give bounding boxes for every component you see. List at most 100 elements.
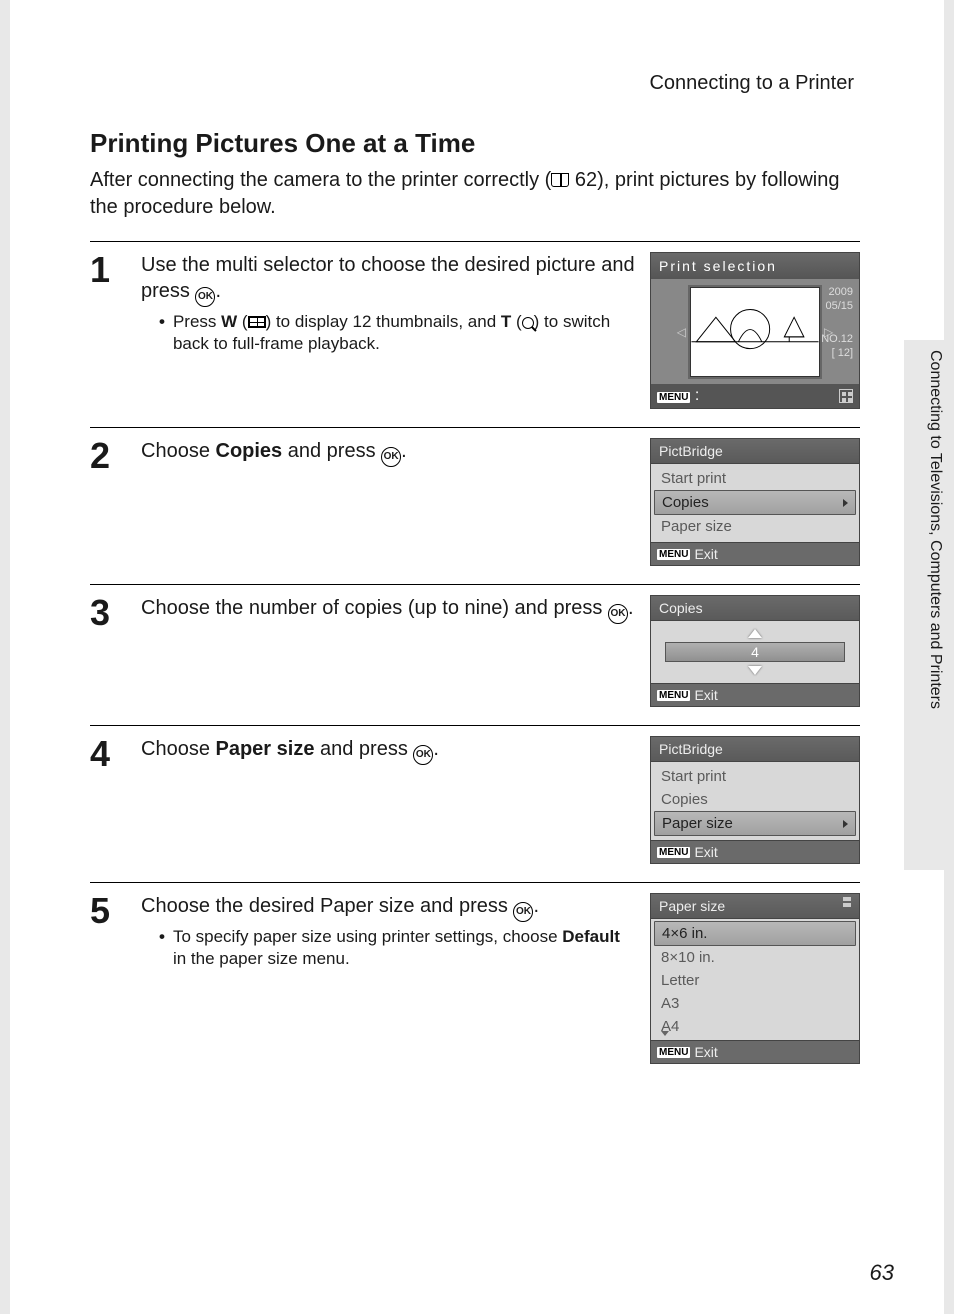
s1b-t: T xyxy=(501,312,511,331)
s5b-a: To specify paper size using printer sett… xyxy=(173,927,562,946)
step-num-5: 5 xyxy=(90,893,126,1064)
exit-label[interactable]: Exit xyxy=(694,687,717,703)
lcd-ps-body: ◁ xyxy=(651,279,859,384)
menu-item-a4[interactable]: A4 xyxy=(651,1015,859,1038)
header-section: Connecting to a Printer xyxy=(649,72,854,95)
chevron-right-icon xyxy=(843,820,848,828)
menu-chip[interactable]: MENU xyxy=(657,847,690,858)
step-1: 1 Use the multi selector to choose the d… xyxy=(90,241,860,427)
menu-item-start-print[interactable]: Start print xyxy=(651,765,859,788)
menu-item-start-print[interactable]: Start print xyxy=(651,467,859,490)
lcd-pb1-title: PictBridge xyxy=(650,438,860,463)
intro-ref: 62 xyxy=(575,169,597,191)
s4-a: Choose xyxy=(141,738,216,760)
photo-preview xyxy=(690,287,820,377)
lcd-pb1-body: Start print Copies Paper size xyxy=(650,463,860,543)
exit-label[interactable]: Exit xyxy=(694,546,717,562)
thumbnail-icon xyxy=(248,316,266,328)
manual-icon xyxy=(551,173,569,187)
menu-item-paper-size[interactable]: Paper size xyxy=(654,811,856,836)
menu-item-8x10[interactable]: 8×10 in. xyxy=(651,946,859,969)
photo-meta: 2009 05/15 NO.12 [ 12] xyxy=(821,285,853,360)
menu-chip[interactable]: MENU xyxy=(657,549,690,560)
menu-copies-label: Copies xyxy=(662,494,709,511)
lcd-copies-bottom: MENU Exit xyxy=(650,684,860,707)
lcd-size-body: 4×6 in. 8×10 in. Letter A3 A4 xyxy=(650,918,860,1041)
s1b-c: ) to display 12 thumbnails, and xyxy=(266,312,501,331)
step-5-bullet: • To specify paper size using printer se… xyxy=(141,926,635,970)
page-title: Printing Pictures One at a Time xyxy=(90,128,860,159)
lcd-size-title: Paper size xyxy=(650,893,860,918)
lcd-ps-title: Print selection xyxy=(651,253,859,279)
ok-icon: OK xyxy=(381,447,401,467)
arrow-up-icon[interactable] xyxy=(748,629,762,638)
menu-item-paper-size[interactable]: Paper size xyxy=(651,515,859,538)
step-num-3: 3 xyxy=(90,595,126,707)
lcd-copies-body: 4 xyxy=(650,620,860,684)
step-4: 4 Choose Paper size and press OK. PictBr… xyxy=(90,725,860,882)
ok-icon: OK xyxy=(195,287,215,307)
menu-chip[interactable]: MENU xyxy=(657,690,690,701)
step-4-text: Choose Paper size and press OK. xyxy=(141,736,635,864)
step-num-1: 1 xyxy=(90,252,126,409)
menu-item-4x6[interactable]: 4×6 in. xyxy=(654,921,856,946)
lcd-copies-title: Copies xyxy=(650,595,860,620)
s2-bold: Copies xyxy=(216,440,283,462)
grid-icon[interactable] xyxy=(839,389,853,403)
s2-b: and press xyxy=(282,440,381,462)
side-tab: Connecting to Televisions, Computers and… xyxy=(904,340,944,870)
ok-icon: OK xyxy=(413,745,433,765)
menu-chip[interactable]: MENU xyxy=(657,1047,690,1058)
lcd-size-bottom: MENU Exit xyxy=(650,1041,860,1064)
step-1-text: Use the multi selector to choose the des… xyxy=(141,252,635,409)
ok-icon: OK xyxy=(513,902,533,922)
menu-item-letter[interactable]: Letter xyxy=(651,969,859,992)
nav-left-icon[interactable]: ◁ xyxy=(677,325,686,339)
s4-b: and press xyxy=(314,738,413,760)
lcd-pb2-title: PictBridge xyxy=(650,736,860,761)
s3-a: Choose the number of copies (up to nine)… xyxy=(141,597,608,619)
step-1-bullet: • Press W () to display 12 thumbnails, a… xyxy=(141,311,635,355)
lcd-pb2-bottom: MENU Exit xyxy=(650,841,860,864)
meta-no: NO.12 xyxy=(821,332,853,346)
page-number: 63 xyxy=(870,1260,894,1286)
menu-item-copies[interactable]: Copies xyxy=(654,490,856,515)
menu-chip[interactable]: MENU xyxy=(657,392,690,403)
bullet-dot: • xyxy=(159,311,165,355)
lcd-copies: Copies 4 MENU Exit xyxy=(650,595,860,707)
lcd-pictbridge-2: PictBridge Start print Copies Paper size… xyxy=(650,736,860,864)
lcd-pb1-bottom: MENU Exit xyxy=(650,543,860,566)
s5b-b: in the paper size menu. xyxy=(173,949,350,968)
scrollbar-icon xyxy=(843,897,851,907)
lcd-paper-size: Paper size 4×6 in. 8×10 in. Letter A3 A4… xyxy=(650,893,860,1064)
s1b-d: ( xyxy=(511,312,521,331)
step-5-text: Choose the desired Paper size and press … xyxy=(141,893,635,1064)
exit-label[interactable]: Exit xyxy=(694,1044,717,1060)
s1-a: Use the multi selector to choose the des… xyxy=(141,254,635,302)
step-2: 2 Choose Copies and press OK. PictBridge… xyxy=(90,427,860,584)
meta-count: [ 12] xyxy=(821,346,853,360)
step-3-text: Choose the number of copies (up to nine)… xyxy=(141,595,635,707)
magnify-icon xyxy=(522,317,534,329)
lcd-pictbridge-1: PictBridge Start print Copies Paper size… xyxy=(650,438,860,566)
menu-item-copies[interactable]: Copies xyxy=(651,788,859,811)
ok-icon: OK xyxy=(608,604,628,624)
lcd-ps-bottom: MENU : xyxy=(651,384,859,408)
s4-bold: Paper size xyxy=(216,738,315,760)
s1b-b: ( xyxy=(237,312,247,331)
menu-item-a3[interactable]: A3 xyxy=(651,992,859,1015)
exit-label[interactable]: Exit xyxy=(694,844,717,860)
step-num-4: 4 xyxy=(90,736,126,864)
intro-a: After connecting the camera to the print… xyxy=(90,169,551,191)
step-3: 3 Choose the number of copies (up to nin… xyxy=(90,584,860,725)
arrow-down-icon[interactable] xyxy=(748,666,762,675)
s2-a: Choose xyxy=(141,440,216,462)
step-5: 5 Choose the desired Paper size and pres… xyxy=(90,882,860,1082)
chevron-down-icon xyxy=(661,1031,669,1036)
chevron-right-icon xyxy=(843,499,848,507)
s5b-bold: Default xyxy=(562,927,620,946)
meta-year: 2009 xyxy=(821,285,853,299)
s1b-a: Press xyxy=(173,312,221,331)
content: Printing Pictures One at a Time After co… xyxy=(90,128,860,1082)
menu-papersize-label: Paper size xyxy=(662,815,733,832)
